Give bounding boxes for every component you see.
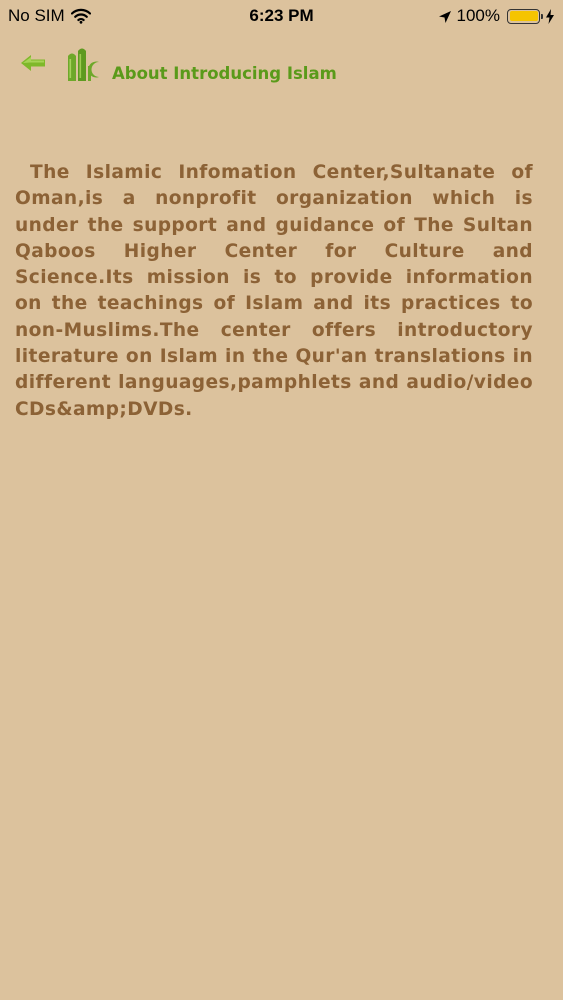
about-paragraph: The Islamic Infomation Center,Sultanate … [15,162,533,420]
about-content: The Islamic Infomation Center,Sultanate … [15,160,533,423]
back-button[interactable] [18,52,50,74]
battery-tip [540,13,543,19]
back-arrow-icon [21,55,45,71]
page-title: About Introducing Islam [112,64,337,83]
battery-icon [507,8,543,24]
charging-bolt-icon [545,8,555,24]
status-bar: No SIM 6:23 PM 100% [0,0,563,32]
nav-header: About Introducing Islam [0,40,563,90]
location-arrow-icon [438,9,452,23]
status-right-group: 100% [438,6,555,26]
battery-level-fill [509,11,538,21]
battery-percent: 100% [456,6,500,25]
app-logo-icon [66,45,104,83]
